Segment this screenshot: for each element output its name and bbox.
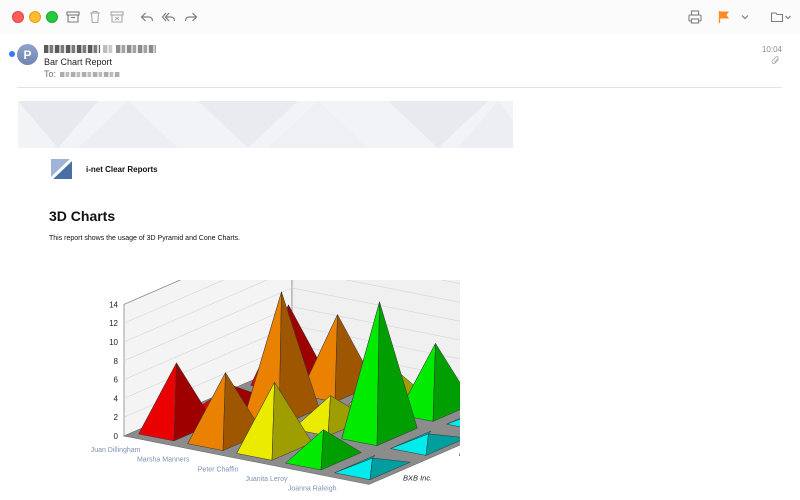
forward-icon <box>184 12 198 22</box>
report-title: 3D Charts <box>49 208 116 224</box>
unread-indicator <box>9 51 15 57</box>
flag-button[interactable] <box>713 6 735 28</box>
toolbar <box>0 0 800 34</box>
folder-icon <box>770 12 791 23</box>
chevron-down-icon <box>741 15 749 20</box>
sender-name-redacted <box>44 43 164 54</box>
recipient-redacted <box>60 72 121 78</box>
y-tick-label-left: 4 <box>114 394 119 403</box>
y-tick-label-left: 10 <box>109 338 118 347</box>
y-tick-label-left: 8 <box>114 357 119 366</box>
category-label: Juanita Leroy <box>245 476 288 483</box>
y-tick-label-left: 14 <box>109 300 118 309</box>
reply-icon <box>140 12 154 22</box>
pyramid-chart-svg: 0022446688101012121414Juan DillinghamMar… <box>91 230 553 493</box>
flag-menu-button[interactable] <box>734 6 756 28</box>
maximize-window-button[interactable] <box>46 11 58 23</box>
recipient-row: To: <box>44 69 121 79</box>
inet-logo-icon <box>50 158 73 180</box>
mail-window: P Bar Chart Report To: 10:04 i-net Clear… <box>0 0 800 500</box>
reply-all-button[interactable] <box>158 6 180 28</box>
header-divider <box>17 87 782 88</box>
print-icon <box>688 10 702 24</box>
pyramid-chart: 0022446688101012121414Juan DillinghamMar… <box>80 230 553 498</box>
paperclip-icon[interactable] <box>771 56 781 66</box>
reply-button[interactable] <box>136 6 158 28</box>
forward-button[interactable] <box>180 6 202 28</box>
trash-icon <box>90 10 100 24</box>
series-label: EMS Inc. <box>459 449 460 458</box>
category-label: Juan Dillingham <box>91 447 141 454</box>
move-to-folder-button[interactable] <box>767 6 795 28</box>
brand-name: i-net Clear Reports <box>86 165 158 174</box>
y-tick-label-left: 2 <box>114 413 119 422</box>
y-tick-label-left: 0 <box>114 432 119 441</box>
series-label: BXB Inc. <box>403 473 432 482</box>
avatar: P <box>17 44 38 65</box>
report-banner <box>18 101 513 148</box>
minimize-window-button[interactable] <box>29 11 41 23</box>
category-label: Marsha Manners <box>137 457 190 464</box>
print-button[interactable] <box>684 6 706 28</box>
reply-all-icon <box>161 12 176 22</box>
archive-icon <box>66 11 80 23</box>
report-description: This report shows the usage of 3D Pyrami… <box>49 235 241 242</box>
y-tick-label-left: 6 <box>114 376 119 385</box>
category-label: Joanna Raleigh <box>288 486 337 493</box>
message-subject: Bar Chart Report <box>44 57 113 67</box>
junk-icon <box>110 11 124 23</box>
banner-pattern <box>18 101 513 148</box>
to-label: To: <box>44 69 57 79</box>
y-tick-label-left: 12 <box>109 319 118 328</box>
delete-button[interactable] <box>84 6 106 28</box>
close-window-button[interactable] <box>12 11 24 23</box>
junk-button[interactable] <box>106 6 128 28</box>
category-label: Peter Chaffin <box>198 466 239 473</box>
flag-icon <box>718 11 729 23</box>
message-time: 10:04 <box>761 45 782 54</box>
archive-button[interactable] <box>62 6 84 28</box>
